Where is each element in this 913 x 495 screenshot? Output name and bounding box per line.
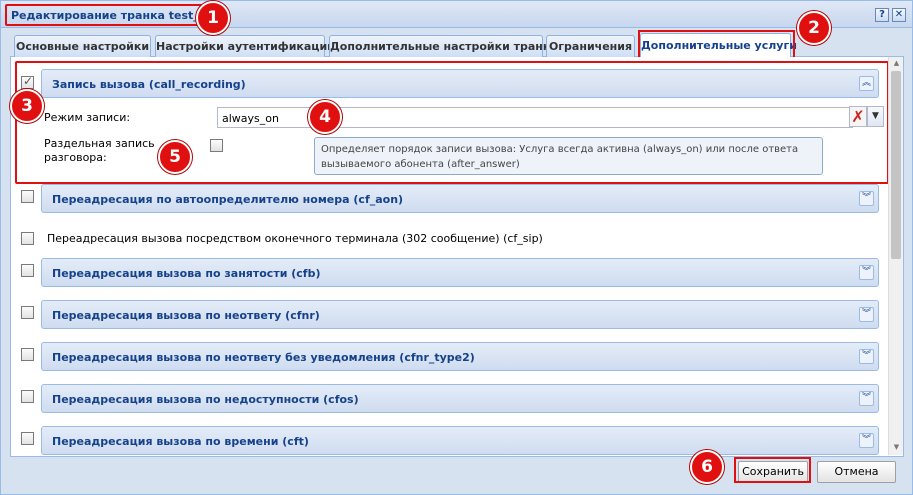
expand-icon[interactable]: ︾: [859, 391, 874, 406]
record-mode-tooltip: Определяет порядок записи вызова: Услуга…: [314, 137, 823, 175]
expand-icon[interactable]: ︾: [859, 265, 874, 280]
split-record-checkbox[interactable]: [210, 139, 223, 152]
cfos-title: Переадресация вызова по недоступности (c…: [52, 393, 359, 406]
cfnr-checkbox[interactable]: [21, 306, 34, 319]
record-mode-label: Режим записи:: [44, 111, 131, 124]
chevron-down-icon[interactable]: ▼: [867, 106, 884, 127]
scroll-up-icon[interactable]: ▲: [892, 59, 901, 68]
cf-aon-header[interactable]: Переадресация по автоопределителю номера…: [41, 184, 879, 213]
call-recording-checkbox[interactable]: [21, 74, 34, 89]
scroll-down-icon[interactable]: ▼: [892, 443, 901, 452]
tab-basic-settings[interactable]: Основные настройки: [14, 35, 151, 57]
expand-icon[interactable]: ︾: [859, 191, 874, 206]
cfb-checkbox[interactable]: [21, 264, 34, 277]
split-record-label-line1: Раздельная запись: [44, 137, 155, 150]
tooltip-line1: Определяет порядок записи вызова: Услуга…: [321, 144, 799, 155]
cfnr-type2-title: Переадресация вызова по неответу без уве…: [52, 351, 475, 364]
cancel-button[interactable]: Отмена: [817, 461, 896, 483]
collapse-icon[interactable]: ︽: [859, 76, 874, 91]
cf-sip-label: Переадресация вызова посредством оконечн…: [47, 232, 543, 245]
cf-aon-checkbox[interactable]: [21, 190, 34, 203]
cfnr-header[interactable]: Переадресация вызова по неответу (cfnr) …: [41, 300, 879, 329]
split-record-label-line2: разговора:: [44, 151, 107, 164]
close-icon[interactable]: ✕: [892, 8, 906, 22]
services-panel: Запись вызова (call_recording) ︽ Режим з…: [10, 57, 904, 457]
marker-3: 3: [10, 89, 44, 123]
expand-icon[interactable]: ︾: [859, 307, 874, 322]
cfos-checkbox[interactable]: [21, 390, 34, 403]
window-titlebar: Редактирование транка test_sip ? ✕: [1, 1, 912, 28]
tab-extra-services[interactable]: Дополнительные услуги: [640, 33, 797, 58]
tab-trunk-extra-settings[interactable]: Дополнительные настройки транка: [329, 35, 558, 57]
cfnr-type2-header[interactable]: Переадресация вызова по неответу без уве…: [41, 342, 879, 371]
call-recording-title: Запись вызова (call_recording): [52, 78, 246, 91]
record-mode-value: always_on: [222, 112, 279, 125]
cf-aon-title: Переадресация по автоопределителю номера…: [52, 193, 404, 206]
tab-auth-settings[interactable]: Настройки аутентификации: [155, 35, 335, 57]
scroll-thumb[interactable]: [891, 71, 901, 259]
save-button[interactable]: Сохранить: [738, 461, 808, 483]
cfb-header[interactable]: Переадресация вызова по занятости (cfb) …: [41, 258, 879, 287]
marker-2: 2: [797, 11, 831, 45]
marker-4: 4: [308, 100, 342, 134]
tab-restrictions[interactable]: Ограничения: [546, 35, 635, 57]
cft-checkbox[interactable]: [21, 432, 34, 445]
cft-header[interactable]: Переадресация вызова по времени (cft) ︾: [41, 426, 879, 455]
dialog-window: Редактирование транка test_sip ? ✕ Основ…: [0, 0, 913, 495]
cf-sip-checkbox[interactable]: [21, 232, 34, 245]
tab-bar: Основные настройки Настройки аутентифика…: [10, 33, 904, 58]
tooltip-line2: вызываемого абонента (after_answer): [321, 159, 520, 170]
clear-icon[interactable]: ✗: [849, 106, 867, 127]
expand-icon[interactable]: ︾: [859, 433, 874, 448]
cfb-title: Переадресация вызова по занятости (cfb): [52, 267, 321, 280]
call-recording-header[interactable]: Запись вызова (call_recording) ︽: [41, 69, 879, 98]
help-icon[interactable]: ?: [875, 8, 889, 22]
marker-5: 5: [158, 140, 192, 174]
marker-6: 6: [690, 450, 724, 484]
expand-icon[interactable]: ︾: [859, 349, 874, 364]
window-title: Редактирование транка test_sip: [5, 4, 225, 26]
marker-1: 1: [196, 1, 230, 35]
cft-title: Переадресация вызова по времени (cft): [52, 435, 309, 448]
cfos-header[interactable]: Переадресация вызова по недоступности (c…: [41, 384, 879, 413]
cfnr-title: Переадресация вызова по неответу (cfnr): [52, 309, 320, 322]
vertical-scrollbar[interactable]: ▲ ▼: [888, 57, 903, 455]
cfnr-type2-checkbox[interactable]: [21, 348, 34, 361]
